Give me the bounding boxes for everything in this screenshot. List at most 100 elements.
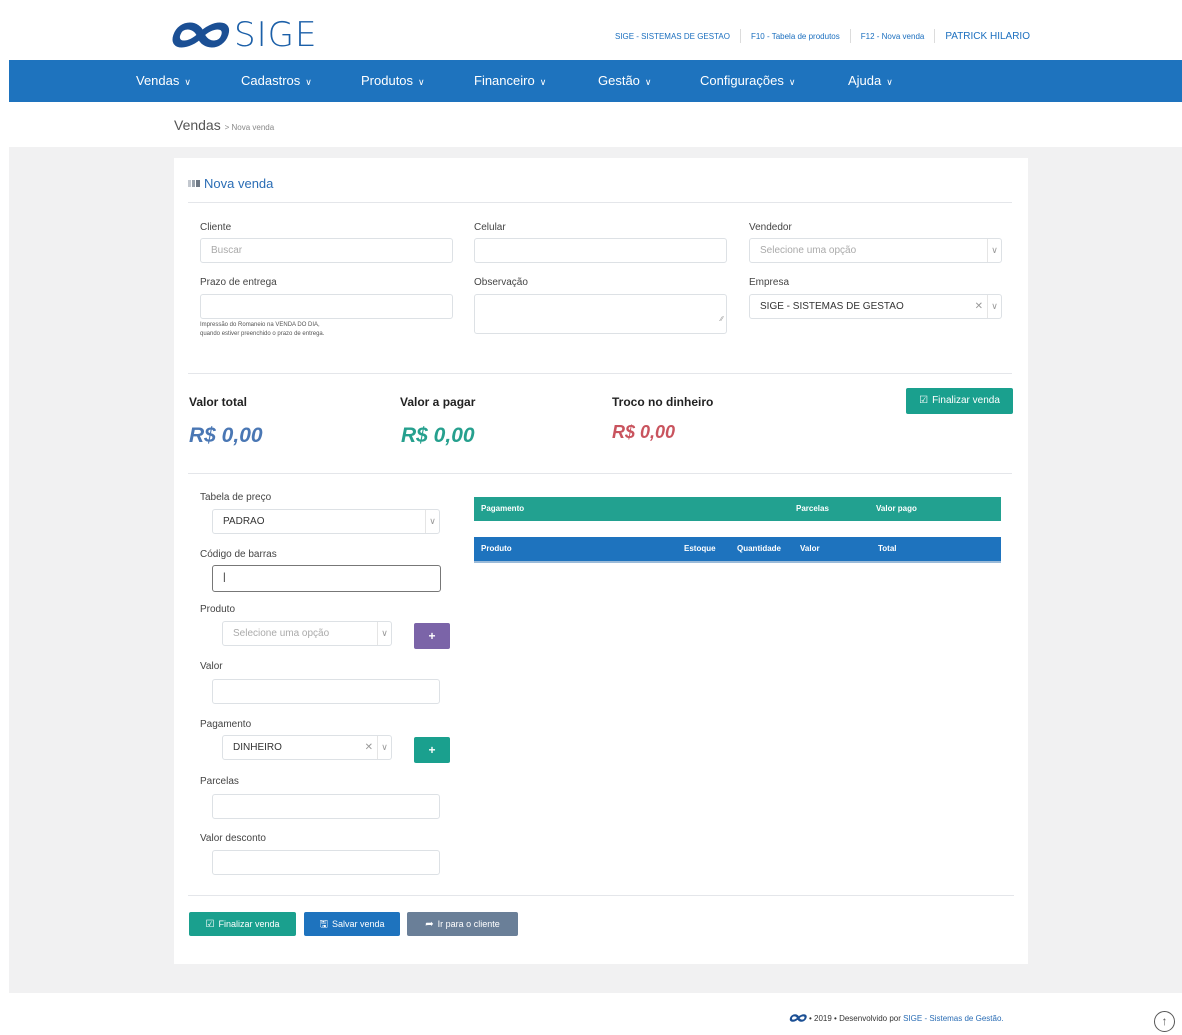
col-parcelas: Parcelas [796,504,829,513]
empresa-select[interactable]: SIGE - SISTEMAS DE GESTAO ✕ ∨ [749,294,1002,319]
sige-logo[interactable]: SIGE [170,18,317,52]
prazo-hint-1: Impressão do Romaneio na VENDA DO DIA, [200,322,320,328]
parcelas-label: Parcelas [200,776,239,787]
check-square-icon: ☑ [205,919,215,930]
infinity-logo-icon [172,22,230,48]
empresa-label: Empresa [749,277,790,288]
nav-financeiro[interactable]: Financeiro ∨ [474,60,546,102]
valor-total-value: R$ 0,00 [189,424,263,447]
nav-vendas[interactable]: Vendas ∨ [136,60,191,102]
company-link[interactable]: SIGE - SISTEMAS DE GESTAO [615,32,730,41]
chevron-down-icon: ∨ [539,77,547,87]
nav-cadastros[interactable]: Cadastros ∨ [241,60,312,102]
divider [188,895,1014,896]
chevron-down-icon: ∨ [377,622,391,645]
finalizar-venda-top-button[interactable]: ☑ Finalizar venda [906,388,1013,414]
chevron-down-icon: ∨ [418,77,425,87]
col-total: Total [878,544,897,553]
vendedor-select[interactable]: Selecione uma opção ∨ [749,238,1002,263]
troco-value: R$ 0,00 [612,422,676,442]
arrow-up-icon: ↑ [1161,1014,1168,1028]
col-pagamento: Pagamento [481,504,525,513]
prazo-label: Prazo de entrega [200,277,277,288]
celular-input[interactable] [474,238,727,263]
breadcrumb-sub: > Nova venda [224,123,275,132]
card-title: Nova venda [188,176,273,191]
product-table-link[interactable]: F10 - Tabela de produtos [751,32,840,41]
celular-label: Celular [474,222,506,233]
chevron-down-icon: ∨ [987,295,1001,318]
divider [188,202,1012,203]
plus-icon: + [428,743,436,757]
chevron-down-icon: ∨ [425,510,439,533]
divider [188,473,1012,474]
infinity-logo-icon [789,1014,807,1022]
divider [188,373,1012,374]
resize-handle-icon[interactable]: ∕∕ [721,308,723,331]
footer-sige-link[interactable]: SIGE - Sistemas de Gestão. [903,1014,1003,1023]
user-name[interactable]: PATRICK HILARIO [945,31,1030,42]
observacao-textarea[interactable]: ∕∕ [474,294,727,334]
nav-ajuda[interactable]: Ajuda ∨ [848,60,893,102]
valor-total-label: Valor total [189,395,248,409]
codigo-barras-input[interactable]: | [212,565,441,592]
top-links: SIGE - SISTEMAS DE GESTAO F10 - Tabela d… [615,29,1030,43]
col-quantidade: Quantidade [737,544,782,553]
scroll-to-top-button[interactable]: ↑ [1154,1011,1175,1032]
new-sale-link[interactable]: F12 - Nova venda [861,32,925,41]
valor-label: Valor [200,661,223,672]
add-produto-button[interactable]: + [414,623,450,649]
logo-text: SIGE [234,15,318,55]
observacao-label: Observação [474,277,528,288]
pagamento-table-header: Pagamento Parcelas Valor pago [474,497,1001,521]
col-valor: Valor [800,544,820,553]
tabela-preco-label: Tabela de preço [200,492,272,503]
footer: • 2019 • Desenvolvido por SIGE - Sistema… [789,1013,1004,1023]
codigo-barras-label: Código de barras [200,549,277,560]
new-sale-card: Nova venda Cliente Buscar Celular Vended… [174,158,1028,964]
pagamento-label: Pagamento [200,719,252,730]
chevron-down-icon: ∨ [788,77,796,87]
clear-icon[interactable]: ✕ [365,736,373,759]
valor-pagar-label: Valor a pagar [400,395,476,409]
tabela-preco-select[interactable]: PADRAO ∨ [212,509,440,534]
produto-select[interactable]: Selecione uma opção ∨ [222,621,392,646]
parcelas-input[interactable] [212,794,440,819]
top-bar: SIGE SIGE - SISTEMAS DE GESTAO F10 - Tab… [0,0,1182,60]
add-pagamento-button[interactable]: + [414,737,450,763]
breadcrumb: Vendas > Nova venda [174,117,274,133]
valor-desconto-input[interactable] [212,850,440,875]
bar-chart-icon [188,180,200,187]
produto-table-header: Produto Estoque Quantidade Valor Total [474,537,1001,563]
ir-para-cliente-button[interactable]: ➦ Ir para o cliente [407,912,518,936]
main-nav: Vendas ∨ Cadastros ∨ Produtos ∨ Financeiro ∨… [9,60,1182,102]
troco-label: Troco no dinheiro [612,395,714,409]
nav-produtos[interactable]: Produtos ∨ [361,60,425,102]
check-square-icon: ☑ [919,395,929,406]
clear-icon[interactable]: ✕ [975,295,983,318]
produto-label: Produto [200,604,236,615]
col-valor-pago: Valor pago [876,504,917,513]
valor-input[interactable] [212,679,440,704]
nav-gestao[interactable]: Gestão ∨ [598,60,652,102]
prazo-input[interactable] [200,294,453,319]
chevron-down-icon: ∨ [886,77,893,87]
breadcrumb-title[interactable]: Vendas [174,117,221,133]
cliente-label: Cliente [200,222,232,233]
share-arrow-icon: ➦ [425,919,434,930]
pagamento-select[interactable]: DINHEIRO ✕ ∨ [222,735,392,760]
salvar-venda-button[interactable]: 🖫 Salvar venda [304,912,400,936]
chevron-down-icon: ∨ [184,77,191,87]
finalizar-venda-button[interactable]: ☑ Finalizar venda [189,912,296,936]
cliente-search-input[interactable]: Buscar [200,238,453,263]
nav-configuracoes[interactable]: Configurações ∨ [700,60,795,102]
chevron-down-icon: ∨ [377,736,391,759]
chevron-down-icon: ∨ [987,239,1001,262]
valor-pagar-value: R$ 0,00 [401,424,475,447]
prazo-hint-2: quando estiver preenchido o prazo de ent… [200,331,325,337]
col-produto: Produto [481,544,512,553]
plus-icon: + [428,629,436,643]
valor-desconto-label: Valor desconto [200,833,266,844]
chevron-down-icon: ∨ [305,77,312,87]
chevron-down-icon: ∨ [644,77,652,87]
